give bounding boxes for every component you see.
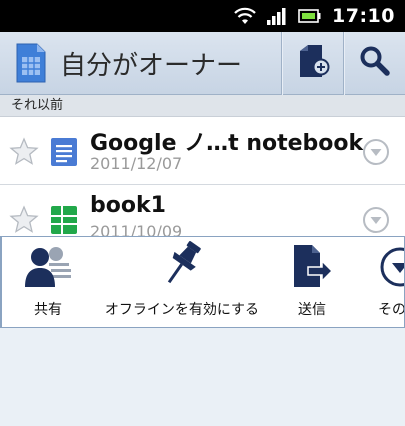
- document-list: Google ノ…t notebook 2011/12/07 book1 201…: [0, 117, 405, 253]
- share-icon: [23, 243, 73, 293]
- list-item[interactable]: Google ノ…t notebook 2011/12/07: [0, 117, 405, 185]
- share-label: 共有: [34, 302, 62, 318]
- docs-app-icon[interactable]: [0, 32, 52, 95]
- send-label: 送信: [298, 302, 326, 318]
- chevron-down-icon[interactable]: [362, 138, 390, 170]
- more-icon: [376, 243, 404, 293]
- more-button[interactable]: その: [370, 237, 405, 327]
- new-document-button[interactable]: [281, 31, 343, 95]
- document-name: Google ノ…t notebook: [90, 131, 364, 156]
- document-name: book1: [90, 193, 166, 218]
- make-available-offline-label: オフラインを有効にする: [104, 302, 260, 318]
- section-header: それ以前: [0, 95, 405, 117]
- document-icon: [50, 137, 78, 171]
- spreadsheet-icon: [50, 205, 78, 239]
- battery-icon: [298, 8, 322, 24]
- empty-area: [0, 328, 405, 426]
- pin-icon: [156, 239, 208, 293]
- search-icon: [359, 45, 391, 81]
- new-document-icon: [296, 43, 330, 83]
- wifi-icon: [234, 7, 256, 25]
- share-button[interactable]: 共有: [10, 237, 86, 327]
- status-bar: 17:10: [0, 0, 405, 32]
- send-button[interactable]: 送信: [282, 237, 342, 327]
- make-available-offline-button[interactable]: オフラインを有効にする: [100, 237, 264, 327]
- screen: 17:10 自分がオーナー それ以前 Google ノ…t notebook 2…: [0, 0, 405, 426]
- chevron-down-icon[interactable]: [362, 206, 390, 238]
- send-icon: [290, 243, 334, 293]
- search-button[interactable]: [343, 31, 405, 95]
- star-icon[interactable]: [9, 205, 39, 238]
- document-date: 2011/12/07: [90, 154, 183, 173]
- action-bar: 自分がオーナー: [0, 31, 405, 95]
- quick-action-popup: 共有 オフラインを有効にする 送信 その: [0, 236, 405, 328]
- signal-icon: [266, 6, 288, 26]
- page-title: 自分がオーナー: [60, 50, 243, 81]
- clock: 17:10: [332, 5, 395, 27]
- star-icon[interactable]: [9, 137, 39, 170]
- more-label: その: [378, 302, 405, 318]
